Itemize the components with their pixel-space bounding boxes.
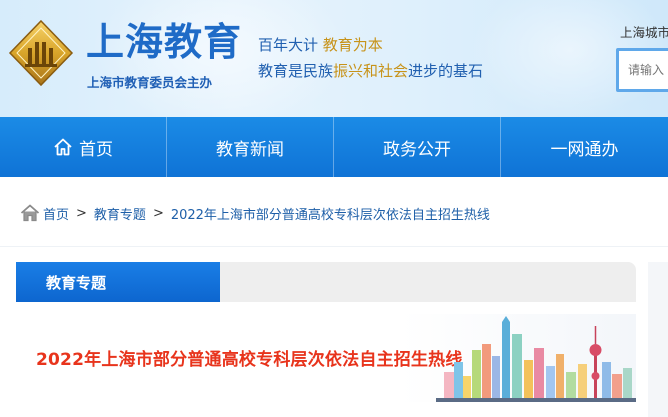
breadcrumb-separator: > — [152, 205, 164, 221]
slogan-text: 教育是民族 — [258, 62, 334, 80]
breadcrumb-separator: > — [76, 205, 87, 221]
search-input[interactable] — [619, 51, 668, 89]
right-column-edge — [648, 262, 668, 417]
nav-item-government-affairs[interactable]: 政务公开 — [334, 117, 501, 177]
topic-banner[interactable]: 2022年上海市部分普通高校专科层次依法自主招生热线 — [16, 314, 636, 402]
site-title[interactable]: 上海教育 — [86, 20, 242, 64]
slogan-highlight: 教育为本 — [322, 36, 383, 54]
slogan-line-1: 百年大计 教育为本 — [258, 34, 383, 55]
nav-item-education-news[interactable]: 教育新闻 — [167, 117, 334, 177]
city-skyline-illustration — [436, 316, 636, 402]
breadcrumb: 首页 > 教育专题 > 2022年上海市部分普通高校专科层次依法自主招生热线 — [20, 203, 490, 223]
divider — [0, 246, 668, 247]
topic-panel: 教育专题 2022年上海市部分普通高校专科层次依法自主招生热线 — [16, 262, 636, 417]
slogan-text: 进步的基石 — [408, 62, 484, 80]
city-link[interactable]: 上海城市 — [620, 22, 668, 41]
breadcrumb-home[interactable]: 首页 — [43, 204, 69, 223]
slogan-line-2: 教育是民族振兴和社会进步的基石 — [258, 60, 483, 81]
home-icon[interactable] — [20, 204, 40, 222]
nav-item-label: 教育新闻 — [216, 139, 284, 160]
slogan-highlight: 振兴和社会 — [333, 62, 409, 80]
breadcrumb-topics[interactable]: 教育专题 — [94, 204, 146, 223]
logo-emblem-icon[interactable] — [6, 18, 76, 88]
nav-item-home[interactable]: 首页 — [0, 117, 167, 177]
slogan-text: 百年大计 — [258, 36, 323, 54]
nav-item-label: 政务公开 — [383, 139, 451, 160]
nav-item-one-stop-service[interactable]: 一网通办 — [501, 117, 668, 177]
tab-education-topics[interactable]: 教育专题 — [16, 262, 220, 302]
nav-item-label: 一网通办 — [550, 139, 619, 160]
home-icon — [54, 138, 72, 156]
banner-title[interactable]: 2022年上海市部分普通高校专科层次依法自主招生热线 — [36, 345, 463, 370]
breadcrumb-current[interactable]: 2022年上海市部分普通高校专科层次依法自主招生热线 — [171, 204, 490, 223]
panel-header: 教育专题 — [16, 262, 636, 302]
nav-item-label: 首页 — [79, 139, 113, 160]
site-subtitle: 上海市教育委员会主办 — [87, 75, 213, 90]
search-box[interactable] — [616, 48, 668, 92]
site-header: 上海教育 上海市教育委员会主办 百年大计 教育为本 教育是民族振兴和社会进步的基… — [0, 0, 668, 117]
main-nav: 首页 教育新闻 政务公开 一网通办 — [0, 117, 668, 177]
